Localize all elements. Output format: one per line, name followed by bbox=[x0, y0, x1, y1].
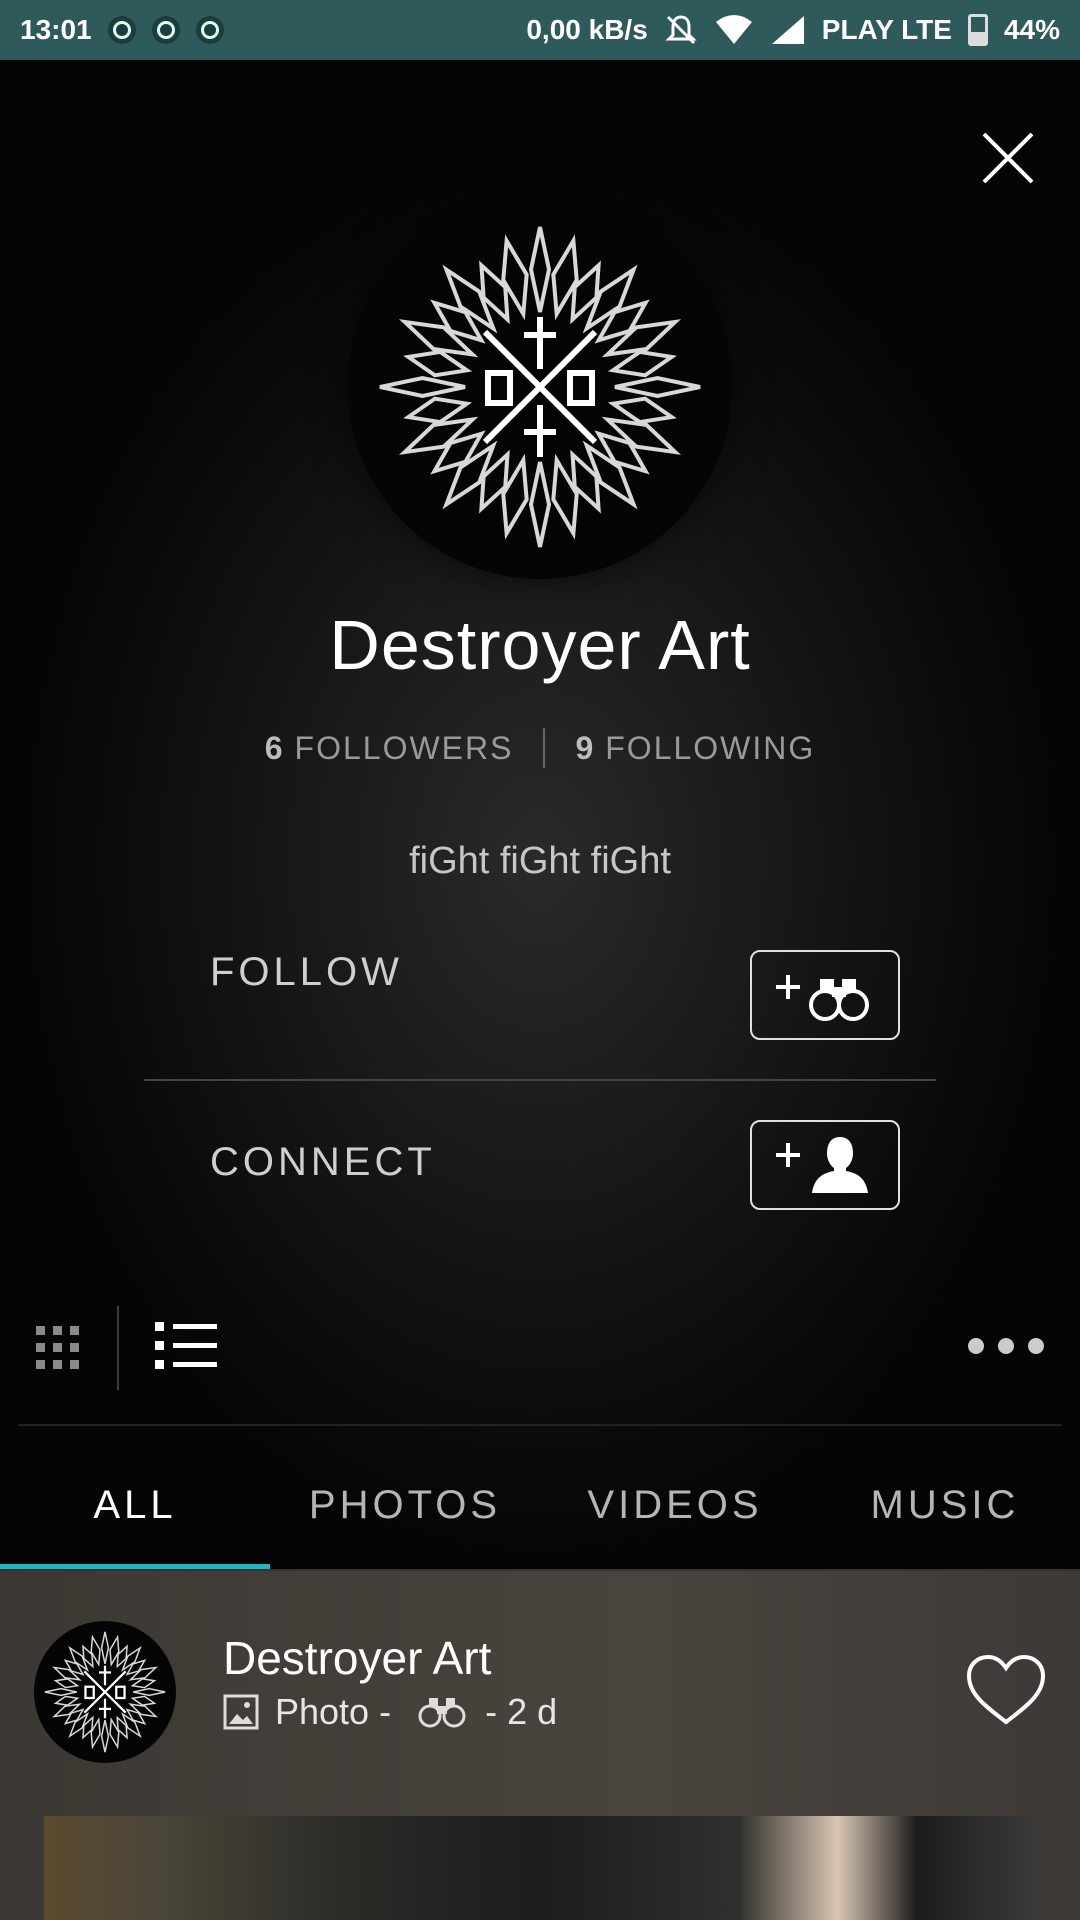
following-count: 9 bbox=[575, 729, 596, 766]
connect-label: CONNECT bbox=[210, 1140, 436, 1184]
content-tabs: ALL PHOTOS VIDEOS MUSIC bbox=[0, 1440, 1080, 1570]
destroyer-art-logo bbox=[379, 226, 701, 548]
followers-count: 6 bbox=[264, 729, 285, 766]
profile-bio: fiGht fiGht fiGht bbox=[409, 840, 671, 882]
feed-time: - 2 d bbox=[485, 1691, 558, 1732]
destroyer-art-logo bbox=[44, 1631, 166, 1753]
feed-author-avatar[interactable] bbox=[34, 1621, 176, 1763]
feed-author-name[interactable]: Destroyer Art bbox=[223, 1631, 491, 1685]
more-dot bbox=[968, 1338, 984, 1354]
followers-stat[interactable]: 6 FOLLOWERS bbox=[265, 730, 514, 767]
more-dot bbox=[998, 1338, 1014, 1354]
grid-view-icon[interactable] bbox=[34, 1324, 82, 1372]
stats-divider bbox=[543, 728, 546, 768]
carrier-label: PLAY LTE bbox=[821, 14, 952, 45]
profile-stats: 6 FOLLOWERS 9 FOLLOWING bbox=[0, 728, 1080, 768]
status-bar: 13:01 0,00 kB/s PLAY LTE 44% bbox=[0, 0, 1080, 60]
tab-music[interactable]: MUSIC bbox=[810, 1440, 1080, 1570]
signal-icon bbox=[771, 16, 804, 44]
following-stat[interactable]: 9 FOLLOWING bbox=[575, 730, 815, 767]
notification-icon bbox=[107, 16, 136, 44]
status-time: 13:01 bbox=[20, 14, 92, 45]
battery-icon bbox=[967, 14, 988, 46]
network-speed: 0,00 kB/s bbox=[526, 14, 648, 45]
following-label: FOLLOWING bbox=[605, 729, 816, 766]
connect-button[interactable] bbox=[750, 1120, 900, 1210]
upload-icon bbox=[195, 16, 224, 44]
like-heart-icon[interactable] bbox=[965, 1654, 1047, 1726]
tab-photos[interactable]: PHOTOS bbox=[270, 1440, 540, 1570]
toolbar-divider bbox=[18, 1424, 1062, 1426]
follow-button[interactable] bbox=[750, 950, 900, 1040]
sync-icon bbox=[151, 16, 180, 44]
tab-all[interactable]: ALL bbox=[0, 1440, 270, 1570]
more-dot bbox=[1028, 1338, 1044, 1354]
tab-videos[interactable]: VIDEOS bbox=[540, 1440, 810, 1570]
wifi-icon bbox=[715, 15, 752, 44]
feed-item[interactable]: Destroyer Art Photo - - 2 d bbox=[0, 1571, 1080, 1920]
list-view-icon[interactable] bbox=[155, 1322, 217, 1370]
feed-meta: Photo - - 2 d bbox=[223, 1691, 557, 1733]
photo-icon bbox=[223, 1694, 259, 1730]
profile-name: Destroyer Art bbox=[329, 606, 751, 684]
more-options-icon[interactable] bbox=[968, 1338, 1044, 1354]
feed-photo[interactable] bbox=[44, 1816, 1036, 1920]
follow-label: FOLLOW bbox=[210, 950, 403, 994]
followers-label: FOLLOWERS bbox=[294, 729, 514, 766]
follow-binoculars-icon bbox=[776, 975, 869, 1021]
battery-percent: 44% bbox=[1003, 14, 1060, 45]
profile-avatar bbox=[348, 195, 732, 579]
close-icon[interactable] bbox=[980, 130, 1036, 186]
mute-icon bbox=[665, 15, 697, 45]
actions-divider bbox=[144, 1079, 936, 1081]
binoculars-icon bbox=[418, 1698, 466, 1728]
view-toggle-divider bbox=[117, 1306, 119, 1390]
add-person-icon bbox=[776, 1137, 868, 1193]
feed-type: Photo - bbox=[275, 1691, 392, 1732]
